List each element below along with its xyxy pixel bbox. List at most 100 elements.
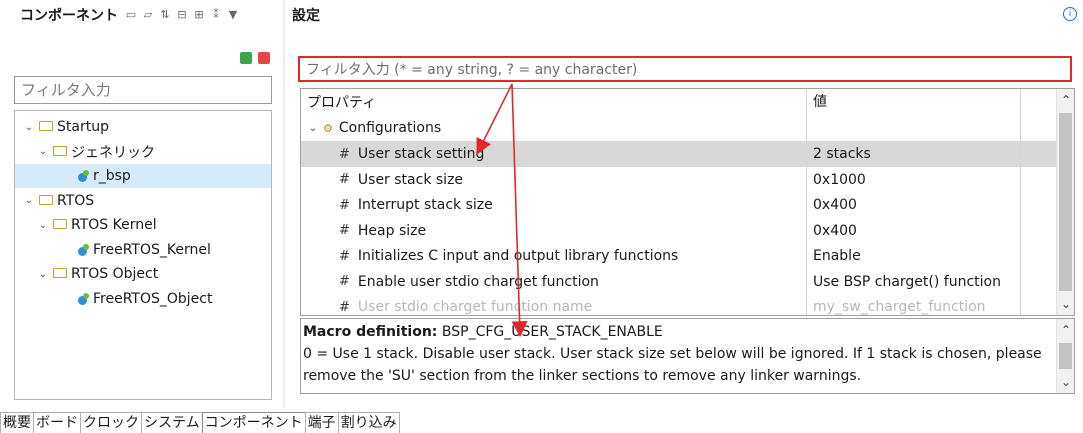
property-column-header[interactable]: プロパティ [301, 89, 807, 115]
tree-item-label: r_bsp [93, 168, 131, 184]
maximize-icon[interactable]: ⊞ [192, 8, 206, 22]
property-icon: # [339, 146, 350, 162]
gear-icon: ⚙ [323, 121, 333, 135]
property-icon: # [339, 274, 350, 289]
editor-tabs: 概要 ボード クロック システム コンポーネント 端子 割り込み [0, 410, 400, 433]
editor-tab[interactable]: 端子 [304, 412, 339, 433]
add-component-icon[interactable] [240, 52, 252, 64]
components-title: コンポーネント [20, 8, 118, 24]
macro-label: Macro definition: [303, 324, 438, 340]
component-icon [77, 170, 89, 182]
property-value[interactable]: my_sw_charget_function [807, 294, 1021, 315]
scroll-down-icon[interactable]: ⌄ [1057, 297, 1074, 311]
property-row[interactable]: # User stack size 0x1000 [301, 166, 1056, 193]
property-value[interactable]: 2 stacks [807, 141, 1021, 167]
tree-item-label: RTOS Object [71, 266, 159, 282]
property-row[interactable]: # Interrupt stack size 0x400 [301, 192, 1056, 218]
scroll-up-icon[interactable]: ⌃ [1057, 323, 1074, 337]
property-row[interactable]: # Enable user stdio charget function Use B… [301, 268, 1056, 295]
tree-item-label: RTOS Kernel [71, 217, 157, 233]
property-icon: # [339, 299, 350, 315]
chevron-down-icon[interactable]: ⌄ [37, 220, 49, 231]
property-row[interactable]: # Initializes C input and output library … [301, 243, 1056, 269]
chevron-down-icon[interactable]: ⌄ [37, 269, 49, 280]
configurations-group-row[interactable]: ⌄ ⚙ Configurations [301, 115, 1056, 141]
tree-item[interactable]: FreeRTOS_Kernel [15, 238, 271, 262]
collapse-all-icon[interactable]: ▭ [124, 8, 138, 22]
settings-pane: 設定 i フィルタ入力 (* = any string, ? = any cha… [286, 0, 1083, 408]
property-value[interactable]: Enable [807, 243, 1021, 269]
folder-open-icon [53, 219, 67, 229]
editor-tab[interactable]: 概要 [0, 412, 34, 433]
property-icon: # [339, 197, 350, 213]
settings-filter-input[interactable]: フィルタ入力 (* = any string, ? = any characte… [298, 56, 1072, 82]
filter-icon[interactable]: ⁑ [209, 8, 223, 22]
pane-splitter[interactable] [283, 0, 285, 408]
property-value[interactable]: 0x400 [807, 192, 1021, 218]
tree-item-label: RTOS [57, 192, 95, 209]
scroll-down-icon[interactable]: ⌄ [1057, 375, 1074, 389]
property-value[interactable]: 0x1000 [807, 166, 1021, 193]
component-icon [77, 243, 89, 256]
settings-title: 設定 [292, 8, 320, 24]
chevron-down-icon[interactable]: ⌄ [307, 123, 319, 134]
description-scrollbar[interactable]: ⌃ ⌄ [1056, 319, 1074, 393]
tree-item[interactable]: r_bsp [15, 164, 271, 188]
tree-item[interactable]: ⌄ Startup [15, 115, 271, 139]
tree-item-label: FreeRTOS_Kernel [93, 241, 211, 258]
property-name: User stdio charget function name [357, 299, 593, 315]
macro-description: 0 = Use 1 stack. Disable user stack. Use… [303, 346, 1042, 384]
editor-tab[interactable]: コンポーネント [201, 412, 306, 433]
tree-item[interactable]: ⌄ RTOS Object [15, 262, 271, 286]
sort-icon[interactable]: ⇅ [158, 8, 172, 22]
components-header: コンポーネント ▭ ▱ ⇅ ⊟ ⊞ ⁑ ▼ [14, 0, 280, 30]
tree-item[interactable]: FreeRTOS_Object [15, 287, 271, 311]
folder-open-icon [39, 121, 53, 131]
tree-item-label: Startup [57, 119, 109, 135]
components-pane: コンポーネント ▭ ▱ ⇅ ⊟ ⊞ ⁑ ▼ フィルタ入力 ⌄ Startup ⌄ ジェ… [14, 0, 280, 408]
property-name: User stack size [357, 171, 464, 188]
scroll-thumb[interactable] [1059, 343, 1072, 369]
scroll-thumb[interactable] [1059, 113, 1072, 291]
tree-item-label: ジェネリック [71, 144, 155, 161]
editor-tab[interactable]: 割り込み [337, 412, 400, 433]
scroll-up-icon[interactable]: ⌃ [1057, 93, 1074, 107]
group-label: Configurations [338, 120, 442, 136]
property-icon: # [339, 172, 350, 187]
tree-item-label: FreeRTOS_Object [93, 290, 213, 307]
property-row[interactable]: # Heap size 0x400 [301, 217, 1056, 244]
property-icon: # [339, 223, 350, 238]
tree-item[interactable]: ⌄ ジェネリック [15, 140, 271, 164]
editor-tab[interactable]: システム [141, 412, 203, 433]
macro-name: BSP_CFG_USER_STACK_ENABLE [441, 324, 663, 340]
components-filter-input[interactable]: フィルタ入力 [14, 76, 272, 104]
property-name: User stack setting [357, 146, 485, 162]
info-icon[interactable]: i [1063, 7, 1077, 21]
settings-header: 設定 i [286, 0, 1083, 30]
folder-open-icon [53, 268, 67, 278]
components-toolbar: ▭ ▱ ⇅ ⊟ ⊞ ⁑ ▼ [124, 8, 240, 22]
components-tree[interactable]: ⌄ Startup ⌄ ジェネリック r_bsp ⌄ RTOS ⌄ RTOS Kernel Fre… [14, 110, 272, 400]
minimize-icon[interactable]: ⊟ [175, 8, 189, 22]
editor-tab[interactable]: ボード [33, 412, 81, 433]
expand-all-icon[interactable]: ▱ [141, 8, 155, 22]
chevron-down-icon[interactable]: ⌄ [23, 122, 35, 133]
tree-item[interactable]: ⌄ RTOS [15, 189, 271, 213]
property-name: Heap size [357, 222, 427, 239]
grid-header-row: プロパティ 値 [301, 89, 1056, 115]
property-name: Interrupt stack size [357, 197, 493, 213]
property-row[interactable]: # User stack setting 2 stacks [301, 141, 1056, 167]
component-actions [240, 52, 270, 64]
view-menu-icon[interactable]: ▼ [226, 8, 240, 22]
grid-scrollbar[interactable]: ⌃ ⌄ [1056, 89, 1074, 315]
tree-item[interactable]: ⌄ RTOS Kernel [15, 213, 271, 237]
property-value[interactable]: 0x400 [807, 217, 1021, 244]
property-value[interactable]: Use BSP charget() function [807, 268, 1021, 295]
editor-tab[interactable]: クロック [80, 412, 142, 433]
value-column-header[interactable]: 値 [807, 89, 1021, 115]
chevron-down-icon[interactable]: ⌄ [37, 146, 49, 157]
property-row[interactable]: # User stdio charget function name my_sw_c… [301, 294, 1056, 315]
property-name: Enable user stdio charget function [357, 273, 599, 290]
remove-component-icon[interactable] [258, 52, 270, 64]
chevron-down-icon[interactable]: ⌄ [23, 195, 35, 206]
